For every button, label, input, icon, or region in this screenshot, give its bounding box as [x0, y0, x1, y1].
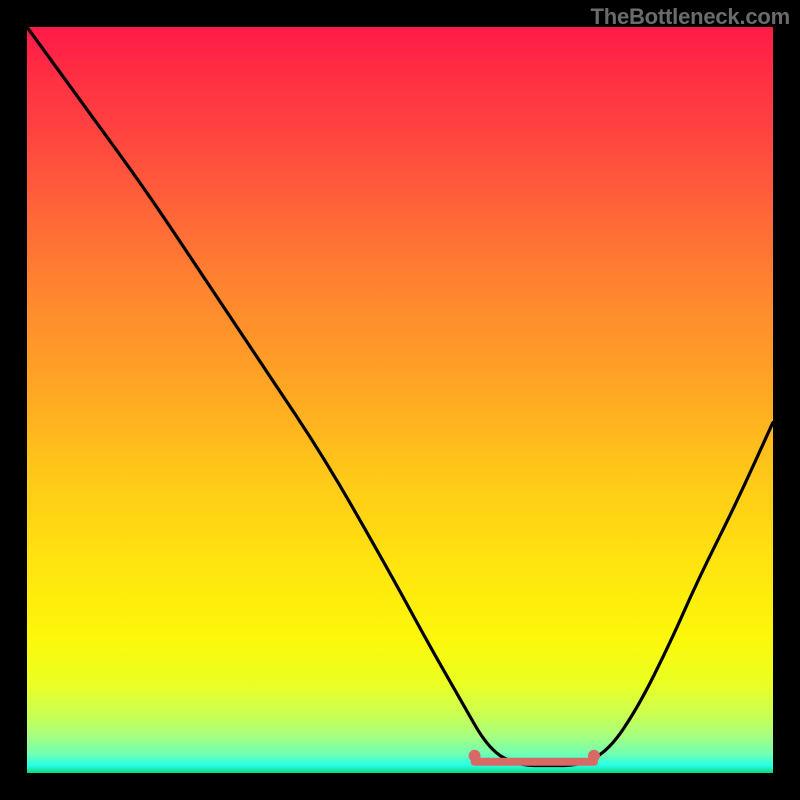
chart-container: TheBottleneck.com	[0, 0, 800, 800]
attribution-text: TheBottleneck.com	[590, 4, 790, 30]
plot-area	[27, 27, 773, 773]
optimal-marker-right	[588, 750, 600, 762]
curve-path	[27, 27, 773, 766]
optimal-marker-left	[469, 750, 481, 762]
bottleneck-curve	[27, 27, 773, 773]
